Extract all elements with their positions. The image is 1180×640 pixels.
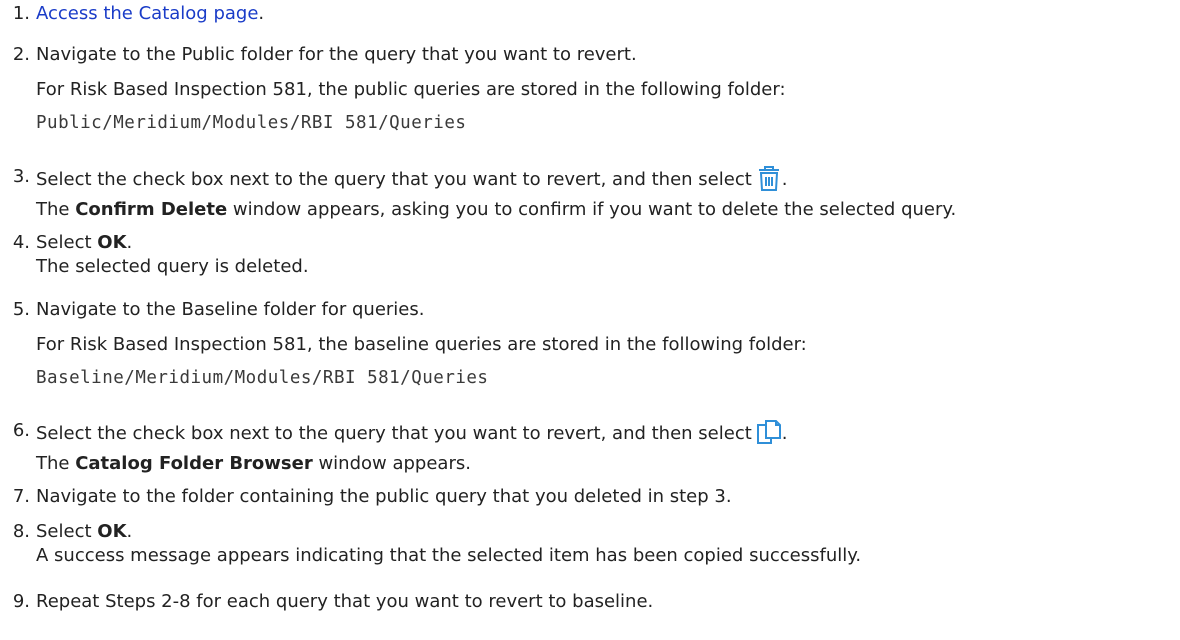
step-number: 6.	[12, 420, 30, 441]
step-text: Navigate to the Baseline folder for quer…	[36, 299, 425, 320]
step-note: For Risk Based Inspection 581, the publi…	[36, 79, 786, 100]
step-text: Select	[36, 232, 98, 253]
step-7: 7. Navigate to the folder containing the…	[8, 485, 1176, 509]
access-catalog-link[interactable]: Access the Catalog page	[36, 3, 258, 24]
folder-path: Baseline/Meridium/Modules/RBI 581/Querie…	[36, 368, 489, 388]
step-text-suffix: .	[258, 3, 265, 24]
step-text: Select the check box next to the query t…	[36, 423, 752, 444]
result-text: window appears, asking you to confirm if…	[227, 199, 957, 220]
window-name: Catalog Folder Browser	[75, 453, 313, 474]
result-text: The	[36, 199, 76, 220]
step-text: Navigate to the folder containing the pu…	[36, 486, 732, 507]
button-name: OK	[97, 232, 127, 253]
step-6: 6. Select the check box next to the quer…	[8, 419, 1176, 476]
step-number: 4.	[12, 232, 30, 253]
result-text: window appears.	[312, 453, 471, 474]
step-8: 8. Select OK. A success message appears …	[8, 520, 1176, 568]
window-name: Confirm Delete	[75, 199, 228, 220]
result-text: The selected query is deleted.	[36, 256, 309, 277]
step-number: 5.	[12, 299, 30, 320]
step-1: 1. Access the Catalog page.	[8, 2, 1176, 26]
step-text: Navigate to the Public folder for the qu…	[36, 44, 637, 65]
copy-icon	[756, 419, 782, 452]
step-number: 8.	[12, 521, 30, 542]
step-text: Repeat Steps 2-8 for each query that you…	[36, 591, 654, 612]
folder-path: Public/Meridium/Modules/RBI 581/Queries	[36, 113, 467, 133]
step-text: Select	[36, 521, 98, 542]
step-text-suffix: .	[126, 521, 133, 542]
step-number: 3.	[12, 166, 30, 187]
step-4: 4. Select OK. The selected query is dele…	[8, 231, 1176, 279]
step-number: 7.	[12, 486, 30, 507]
step-number: 9.	[12, 591, 30, 612]
step-9: 9. Repeat Steps 2-8 for each query that …	[8, 590, 1176, 614]
step-number: 2.	[12, 44, 30, 65]
result-text: A success message appears indicating tha…	[36, 545, 862, 566]
trash-icon	[756, 165, 782, 198]
step-note: For Risk Based Inspection 581, the basel…	[36, 334, 807, 355]
step-text: Select the check box next to the query t…	[36, 169, 752, 190]
step-number: 1.	[12, 3, 30, 24]
step-text-suffix: .	[126, 232, 133, 253]
procedure-document: 1. Access the Catalog page. 2. Navigate …	[0, 0, 1180, 640]
button-name: OK	[97, 521, 127, 542]
result-text: The	[36, 453, 76, 474]
step-5: 5. Navigate to the Baseline folder for q…	[8, 298, 1176, 390]
step-3: 3. Select the check box next to the quer…	[8, 165, 1176, 222]
step-2: 2. Navigate to the Public folder for the…	[8, 43, 1176, 135]
